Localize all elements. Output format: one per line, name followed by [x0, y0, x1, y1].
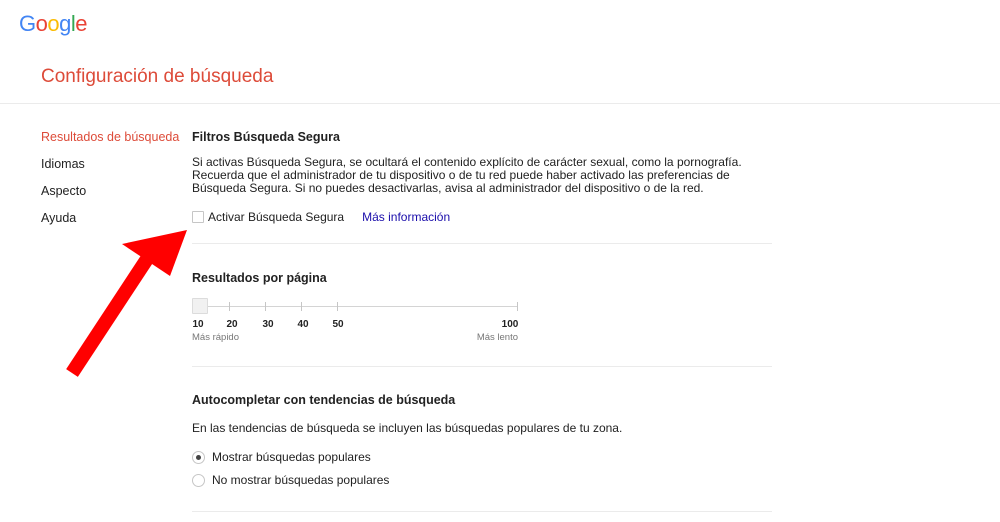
- tick-label-20: 20: [226, 319, 238, 330]
- tick-label-10: 10: [192, 319, 204, 330]
- slider-tick: [301, 302, 302, 311]
- sidebar-nav: Resultados de búsqueda Idiomas Aspecto A…: [41, 130, 181, 238]
- tick-label-50: 50: [332, 319, 344, 330]
- logo-letter: e: [75, 11, 88, 36]
- radio-label[interactable]: Mostrar búsquedas populares: [212, 450, 371, 464]
- safe-search-title: Filtros Búsqueda Segura: [192, 130, 340, 144]
- faster-label: Más rápido: [192, 332, 239, 343]
- radio-show-popular[interactable]: Mostrar búsquedas populares: [192, 450, 371, 464]
- sidebar-item-idiomas[interactable]: Idiomas: [41, 157, 181, 184]
- page-title: Configuración de búsqueda: [41, 66, 274, 87]
- safe-search-row: Activar Búsqueda Segura Más información: [192, 210, 450, 224]
- sidebar-item-resultados[interactable]: Resultados de búsqueda: [41, 130, 181, 157]
- slider-tick: [229, 302, 230, 311]
- tick-label-100: 100: [501, 319, 519, 330]
- logo-letter: G: [19, 11, 36, 36]
- autocomplete-description: En las tendencias de búsqueda se incluye…: [192, 421, 623, 435]
- tick-label-30: 30: [262, 319, 274, 330]
- radio-button[interactable]: [192, 450, 205, 464]
- slower-label: Más lento: [476, 332, 518, 343]
- safe-search-section: Filtros Búsqueda Segura Si activas Búsqu…: [192, 130, 772, 195]
- header-divider: [0, 103, 1000, 104]
- section-divider: [192, 511, 772, 512]
- section-divider: [192, 243, 772, 244]
- section-divider: [192, 366, 772, 367]
- radio-hide-popular[interactable]: No mostrar búsquedas populares: [192, 473, 389, 487]
- safe-search-description: Si activas Búsqueda Segura, se ocultará …: [192, 155, 742, 195]
- google-logo[interactable]: Google: [19, 11, 88, 37]
- safe-search-checkbox[interactable]: [192, 211, 204, 223]
- safe-search-checkbox-label[interactable]: Activar Búsqueda Segura: [208, 210, 344, 224]
- radio-button[interactable]: [192, 473, 205, 487]
- radio-label[interactable]: No mostrar búsquedas populares: [212, 473, 389, 487]
- sidebar-item-ayuda[interactable]: Ayuda: [41, 211, 181, 238]
- slider-tick: [265, 302, 266, 311]
- slider-tick: [517, 302, 518, 311]
- arrow-shaft: [66, 255, 153, 377]
- logo-letter: o: [35, 11, 48, 36]
- results-slider[interactable]: 10 20 30 40 50 100 Más rápido Más lento: [192, 298, 522, 348]
- slider-track[interactable]: [200, 306, 518, 307]
- logo-letter: g: [59, 11, 71, 36]
- autocomplete-title: Autocompletar con tendencias de búsqueda: [192, 393, 456, 407]
- slider-thumb[interactable]: [192, 298, 208, 314]
- tick-label-40: 40: [297, 319, 309, 330]
- more-info-link[interactable]: Más información: [362, 210, 450, 224]
- sidebar-item-aspecto[interactable]: Aspecto: [41, 184, 181, 211]
- results-per-page-title: Resultados por página: [192, 271, 327, 285]
- logo-letter: o: [47, 11, 60, 36]
- slider-tick: [337, 302, 338, 311]
